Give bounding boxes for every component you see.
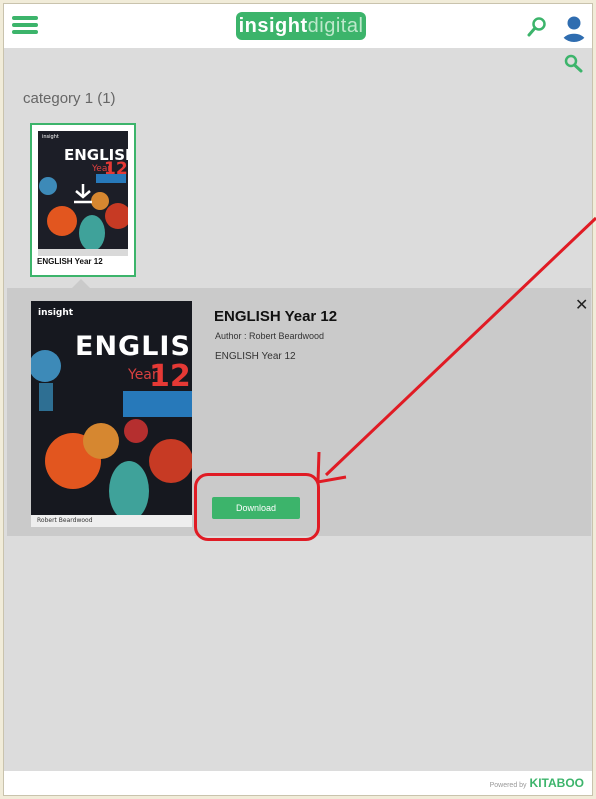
detail-cover-brand: insight [38,308,74,318]
book-detail-cover: insight ENGLISH Year 12 Robert Beardwood [31,301,192,527]
logo-text-digital: digital [307,15,364,37]
logo-text-insight: insight [238,15,308,37]
detail-cover-author: Robert Beardwood [37,517,93,524]
menu-icon[interactable] [12,16,38,36]
user-avatar-icon[interactable] [559,12,589,42]
detail-cover-year-number: 12 [149,359,191,394]
kitaboo-logo: KITABOO [529,776,584,790]
filter-search-icon[interactable] [562,53,584,75]
powered-by-text: Powered by [489,782,527,789]
book-description: ENGLISH Year 12 [215,351,296,362]
powered-by: Powered by KITABOO [490,776,584,793]
book-author: Author : Robert Beardwood [215,331,325,341]
category-title: category 1 (1) [23,90,116,107]
detail-cover-title: ENGLISH [75,331,192,362]
top-bar: insightdigital [4,4,592,48]
download-arrow-icon [71,183,95,205]
app-logo: insightdigital [236,12,366,40]
selection-pointer [72,279,90,288]
thumbnail-cover-brand: insight [42,134,59,140]
search-icon[interactable] [526,16,548,38]
book-thumbnail[interactable]: insight ENGLISH Year 12 ENGLISH Year 12 [30,123,136,277]
close-icon[interactable]: ✕ [575,298,588,314]
annotation-highlight-box [194,473,320,541]
footer: Powered by KITABOO [4,771,592,795]
thumbnail-caption: ENGLISH Year 12 [37,257,103,266]
app-frame: insightdigital category 1 (1) insight EN… [3,3,593,796]
book-thumbnail-cover: insight ENGLISH Year 12 [38,131,128,256]
thumbnail-cover-year-number: 12 [104,159,128,179]
book-title: ENGLISH Year 12 [214,308,338,325]
